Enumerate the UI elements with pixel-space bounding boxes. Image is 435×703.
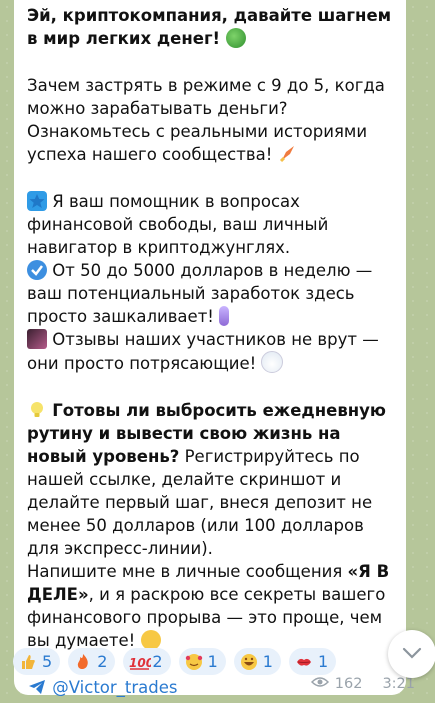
chevron-down-icon bbox=[401, 645, 423, 664]
reactions-bar: 5 2 100 2 1 1 1 bbox=[13, 648, 337, 675]
star-icon bbox=[27, 191, 47, 211]
reaction-thumbs-up[interactable]: 5 bbox=[13, 648, 61, 675]
views-count: 162 bbox=[334, 676, 363, 692]
reaction-count: 2 bbox=[152, 652, 163, 671]
message-paragraph-2: Я ваш помощник в вопросах финансовой сво… bbox=[27, 190, 396, 375]
telegram-icon bbox=[27, 677, 47, 697]
rocket-icon bbox=[278, 144, 298, 164]
hundred-points-icon: 100 bbox=[129, 653, 154, 671]
message-bubble: Эй, криптокомпания, давайте шагнем в мир… bbox=[14, 0, 406, 697]
reaction-count: 5 bbox=[42, 652, 53, 671]
smiling-face-with-hearts-icon bbox=[185, 653, 203, 671]
views-eye-icon bbox=[310, 676, 329, 692]
message-paragraph-3: Готовы ли выбросить ежедневную рутину и … bbox=[27, 399, 396, 560]
message-footer: 162 3:21 bbox=[310, 676, 415, 692]
p2-line1: Я ваш помощник в вопросах финансовой сво… bbox=[27, 192, 329, 257]
reaction-kiss[interactable]: 1 bbox=[288, 648, 337, 675]
money-face-icon bbox=[225, 28, 246, 48]
message-paragraph-1: Зачем застрять в режиме с 9 до 5, когда … bbox=[27, 74, 396, 166]
reaction-hundred[interactable]: 100 2 bbox=[123, 648, 171, 675]
fire-icon bbox=[74, 653, 92, 671]
reaction-count: 2 bbox=[97, 652, 108, 671]
reaction-count: 1 bbox=[262, 652, 273, 671]
kiss-mark-icon bbox=[295, 653, 313, 671]
light-bulb-icon bbox=[27, 400, 47, 420]
scroll-down-button[interactable] bbox=[388, 630, 435, 678]
author-handle-link[interactable]: @Victor_trades bbox=[52, 678, 177, 697]
reaction-rofl[interactable]: 1 bbox=[233, 648, 281, 675]
message-title: Эй, криптокомпания, давайте шагнем в мир… bbox=[27, 4, 396, 50]
message-paragraph-4: Напишите мне в личные сообщения «Я В ДЕЛ… bbox=[27, 560, 396, 652]
p2-line3: Отзывы наших участников не врут — они пр… bbox=[27, 330, 379, 373]
reaction-fire[interactable]: 2 bbox=[68, 648, 116, 675]
verified-check-icon bbox=[27, 260, 47, 280]
reaction-count: 1 bbox=[207, 652, 218, 671]
svg-text:100: 100 bbox=[129, 656, 151, 670]
reaction-count: 1 bbox=[317, 652, 329, 671]
exploding-head-icon bbox=[261, 351, 284, 373]
p2-line2: От 50 до 5000 долларов в неделю — ваш по… bbox=[27, 261, 373, 326]
thumbs-up-icon bbox=[19, 653, 37, 671]
title-text: Эй, криптокомпания, давайте шагнем в мир… bbox=[27, 6, 392, 48]
sticker-image-icon bbox=[27, 329, 47, 349]
p4-start: Напишите мне в личные сообщения bbox=[27, 562, 348, 581]
reaction-smiling-hearts[interactable]: 1 bbox=[178, 648, 226, 675]
rofl-icon bbox=[240, 653, 258, 671]
purple-bar-icon bbox=[219, 306, 230, 326]
cool-sunglasses-icon bbox=[140, 630, 161, 650]
p1-text: Зачем застрять в режиме с 9 до 5, когда … bbox=[27, 76, 385, 164]
message-time: 3:21 bbox=[382, 676, 415, 692]
